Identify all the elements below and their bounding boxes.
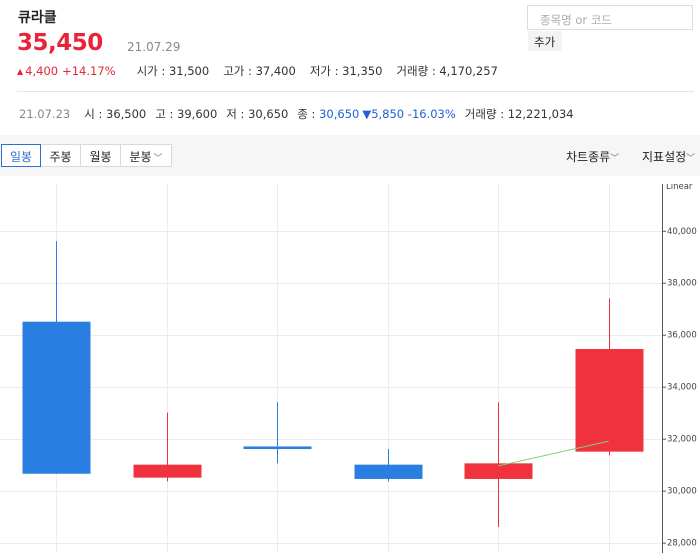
- chart-canvas[interactable]: Linear 28,000 30,000 32,000 34,000 36,000 38,0…: [0, 182, 700, 553]
- price-date: 21.07.29: [127, 40, 181, 54]
- stat-low: 저가 : 31,350: [309, 64, 383, 78]
- prev-low: 저 : 30,650: [226, 107, 289, 121]
- tab-weekly[interactable]: 주봉: [40, 144, 81, 167]
- candle-body: [133, 464, 202, 478]
- moving-average-line: [497, 440, 609, 467]
- chevron-down-icon: ﹀: [686, 154, 696, 164]
- price-change-row: ▲ 4,400 +14.17% 시가 : 31,500 고가 : 37,400 …: [17, 63, 498, 79]
- stat-high: 고가 : 37,400: [223, 64, 296, 78]
- y-axis-tick-label: 28,000: [667, 539, 697, 549]
- prev-date: 21.07.23: [19, 107, 71, 121]
- y-axis-tick-label: 30,000: [667, 487, 697, 497]
- search-input[interactable]: 종목명 or 코드: [527, 5, 693, 30]
- candle-body: [243, 446, 312, 450]
- add-button[interactable]: 추가: [528, 31, 562, 51]
- chart-toolbar: 일봉 주봉 월봉 분봉 ﹀ 차트종류﹀ 지표설정﹀: [0, 135, 700, 176]
- y-axis-tick-label: 34,000: [667, 383, 697, 393]
- price-change: 4,400: [25, 64, 59, 78]
- stat-open: 시가 : 31,500: [136, 64, 210, 78]
- down-arrow-icon: ▼: [362, 107, 372, 121]
- chart-type-dropdown[interactable]: 차트종류﹀: [566, 148, 619, 165]
- candle-body: [22, 321, 91, 474]
- tab-monthly[interactable]: 월봉: [80, 144, 121, 167]
- y-axis-tick-label: 36,000: [667, 331, 697, 341]
- candle-body: [575, 349, 644, 452]
- y-axis-scale-label: Linear: [666, 184, 693, 192]
- candlestick-chart[interactable]: Linear 28,000 30,000 32,000 34,000 36,000 38,0…: [0, 182, 700, 553]
- prev-open: 시 : 36,500: [84, 107, 147, 121]
- prev-change: ▼5,850 -16.03%: [362, 107, 456, 121]
- current-price: 35,450: [17, 30, 103, 56]
- y-axis-tick-label: 32,000: [667, 435, 697, 445]
- price-change-pct: +14.17%: [62, 64, 116, 78]
- stock-name: 큐라클: [18, 10, 57, 26]
- chevron-down-icon: ﹀: [610, 154, 620, 164]
- indicator-settings-dropdown[interactable]: 지표설정﹀: [642, 148, 695, 165]
- prev-volume: 거래량 : 12,221,034: [464, 107, 574, 121]
- tab-minute[interactable]: 분봉 ﹀: [120, 144, 172, 167]
- prev-close: 종 : 30,650: [297, 107, 360, 121]
- chevron-down-icon: ﹀: [153, 154, 163, 164]
- y-axis-tick-label: 40,000: [667, 227, 697, 237]
- candle-body: [354, 464, 423, 479]
- prev-high: 고 : 39,600: [155, 107, 218, 121]
- tab-daily[interactable]: 일봉: [1, 144, 41, 167]
- stat-volume: 거래량 : 4,170,257: [396, 64, 498, 78]
- period-tabs: 일봉 주봉 월봉 분봉 ﹀: [1, 144, 172, 167]
- y-axis-tick-label: 38,000: [667, 279, 697, 289]
- prev-candle-info: 21.07.23 시 : 36,500 고 : 39,600 저 : 30,65…: [19, 106, 583, 122]
- divider: [17, 91, 694, 92]
- up-arrow-icon: ▲: [17, 66, 24, 76]
